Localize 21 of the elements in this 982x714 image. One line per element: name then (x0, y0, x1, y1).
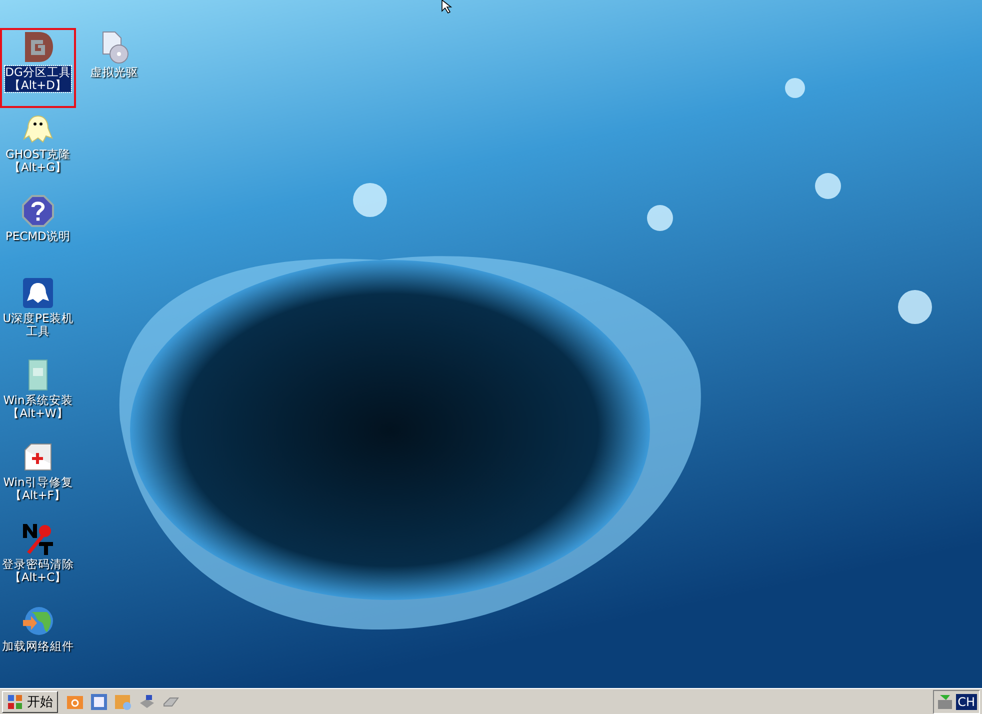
start-button[interactable]: 开始 (2, 690, 58, 712)
water-drop (785, 78, 805, 98)
icon-label[interactable]: 加载网络組件 (2, 640, 74, 653)
scanner-icon[interactable] (138, 692, 156, 710)
icon-label[interactable]: U深度PE装机工具 (1, 312, 75, 338)
water-drop (815, 173, 841, 199)
language-indicator[interactable]: CH (956, 694, 977, 710)
mouse-cursor-icon (441, 0, 453, 14)
globe-icon[interactable] (21, 604, 55, 638)
picture-icon[interactable] (90, 692, 108, 710)
icon-label[interactable]: Win引导修复 【Alt+F】 (3, 476, 73, 502)
windows-logo-icon (7, 694, 23, 710)
network-icon[interactable] (936, 692, 954, 710)
icon-label[interactable]: 登录密码清除 【Alt+C】 (2, 558, 74, 584)
icon-label[interactable]: PECMD说明 (5, 230, 70, 243)
water-drop (898, 290, 932, 324)
water-drop (647, 205, 673, 231)
icon-label[interactable]: Win系统安装 【Alt+W】 (3, 394, 73, 420)
icon-label[interactable]: DG分区工具 【Alt+D】 (5, 66, 71, 92)
water-drop (353, 183, 387, 217)
key-icon[interactable] (21, 522, 55, 556)
